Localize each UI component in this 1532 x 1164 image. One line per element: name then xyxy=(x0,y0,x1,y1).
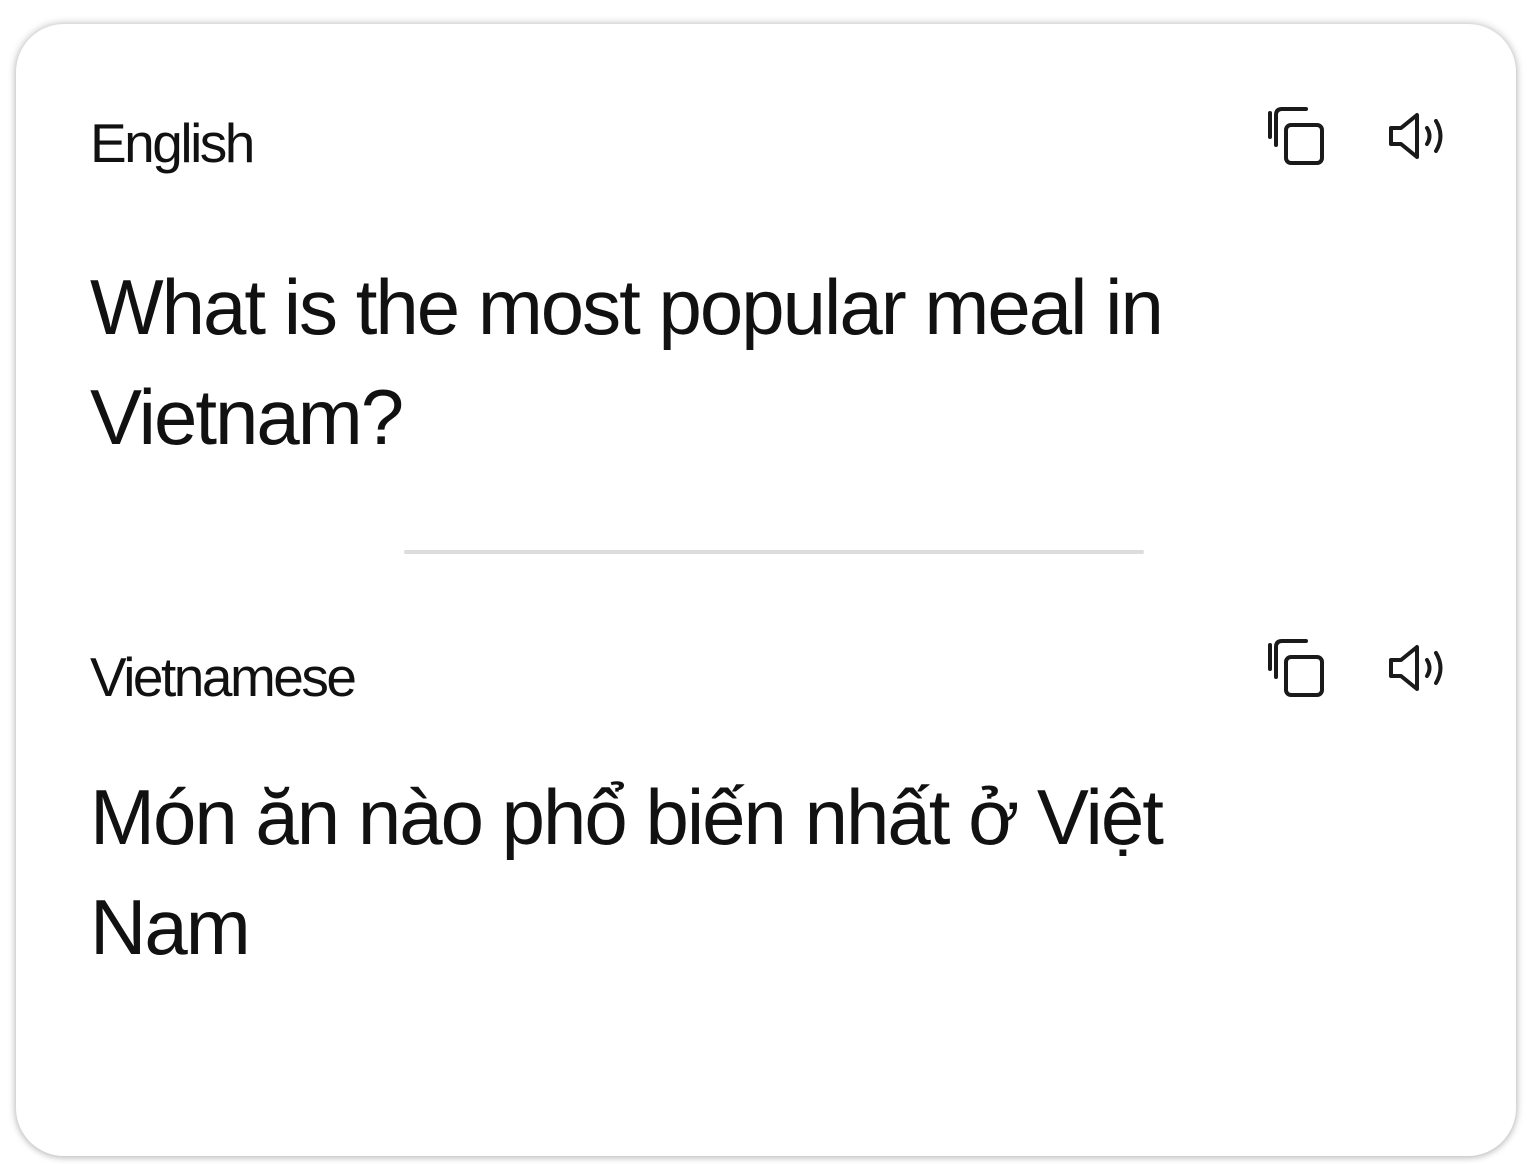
target-panel: Vietnamese Món ăn nào phổ biến nhất ở Vi… xyxy=(16,554,1516,1114)
source-listen-button[interactable] xyxy=(1386,104,1450,168)
source-copy-button[interactable] xyxy=(1264,104,1328,168)
copy-icon xyxy=(1266,105,1326,167)
target-copy-button[interactable] xyxy=(1264,636,1328,700)
target-language-label: Vietnamese xyxy=(90,646,357,708)
target-listen-button[interactable] xyxy=(1386,636,1450,700)
source-language-label: English xyxy=(90,112,255,174)
translation-card: English What is the most popular meal in… xyxy=(16,24,1516,1156)
speaker-icon xyxy=(1387,643,1449,693)
source-text[interactable]: What is the most popular meal in Vietnam… xyxy=(90,252,1290,472)
source-actions xyxy=(1264,104,1450,168)
target-text[interactable]: Món ăn nào phổ biến nhất ở Việt Nam xyxy=(90,762,1290,982)
source-panel: English What is the most popular meal in… xyxy=(16,24,1516,524)
target-actions xyxy=(1264,636,1450,700)
copy-icon xyxy=(1266,637,1326,699)
speaker-icon xyxy=(1387,111,1449,161)
